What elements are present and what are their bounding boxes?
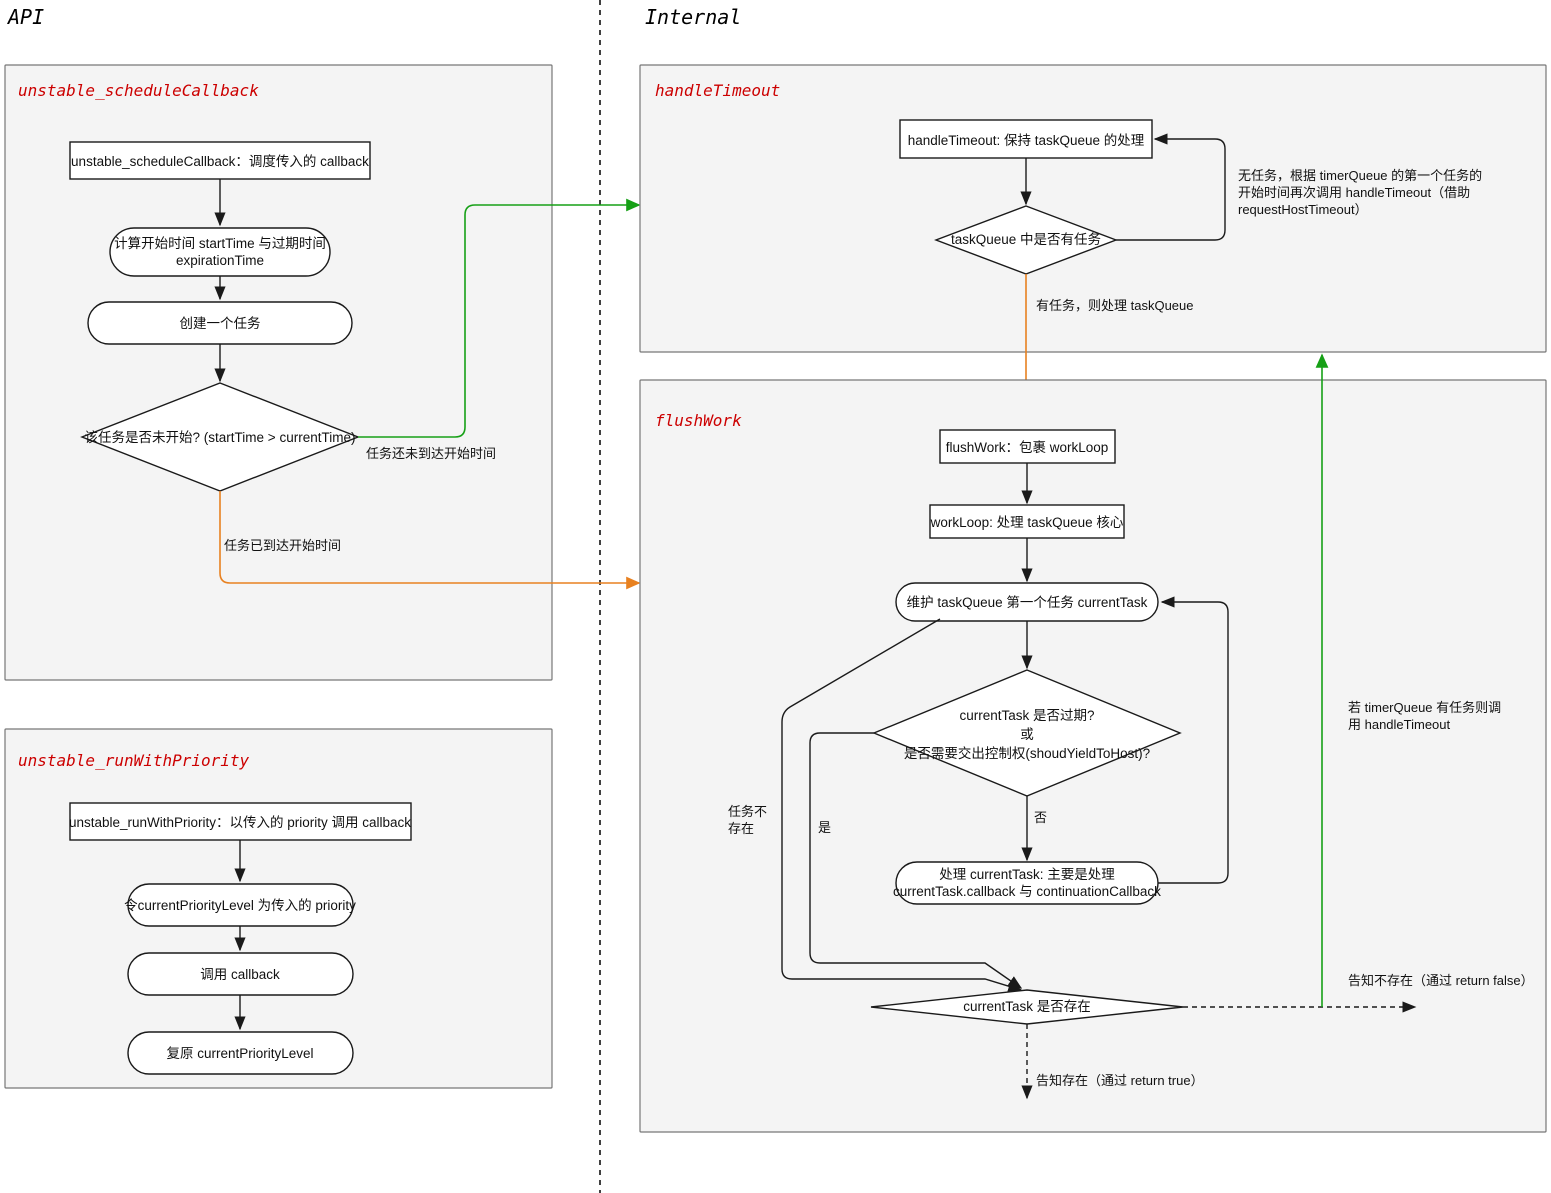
node-call-callback-label: 调用 callback — [200, 967, 280, 982]
lane-title-api: API — [6, 5, 44, 29]
edge-label-task-not-exist-line2: 存在 — [728, 821, 754, 836]
edge-label-timerqueue-call-line2: 用 handleTimeout — [1348, 717, 1451, 732]
node-taskqueue-has-task-decision-label: taskQueue 中是否有任务 — [951, 232, 1101, 247]
edge-label-no-task-line2: 开始时间再次调用 handleTimeout（借助 — [1238, 185, 1470, 200]
edge-label-task-not-exist-line1: 任务不 — [728, 804, 767, 819]
group-title-unstable-runwithpriority: unstable_runWithPriority — [18, 751, 250, 770]
node-compute-time-label-line2: expirationTime — [176, 253, 264, 268]
node-expired-decision-label-line2: 或 — [1020, 727, 1034, 742]
node-process-current-task-label-line1: 处理 currentTask: 主要是处理 — [939, 867, 1115, 882]
node-create-task-label: 创建一个任务 — [180, 316, 261, 331]
group-title-unstable-schedulecallback: unstable_scheduleCallback — [18, 81, 259, 100]
node-restore-priority-label: 复原 currentPriorityLevel — [166, 1045, 313, 1061]
node-handle-timeout-entry-label: handleTimeout: 保持 taskQueue 的处理 — [908, 133, 1145, 148]
lane-title-internal: Internal — [645, 5, 741, 29]
edge-label-no-task-line3: requestHostTimeout） — [1238, 202, 1368, 217]
node-schedule-entry-label: unstable_scheduleCallback：调度传入的 callback — [71, 154, 369, 169]
edge-label-yes: 是 — [818, 820, 831, 835]
edge-label-no: 否 — [1034, 810, 1047, 825]
edge-label-not-arrived: 任务还未到达开始时间 — [366, 446, 496, 461]
group-title-handletimeout: handleTimeout — [655, 81, 780, 100]
node-maintain-current-task-label: 维护 taskQueue 第一个任务 currentTask — [907, 594, 1148, 610]
edge-label-notify-absent: 告知不存在（通过 return false） — [1348, 973, 1534, 988]
edge-label-timerqueue-call-line1: 若 timerQueue 有任务则调 — [1348, 700, 1501, 715]
node-workloop-label: workLoop: 处理 taskQueue 核心 — [930, 515, 1124, 530]
edge-label-has-task: 有任务，则处理 taskQueue — [1036, 298, 1194, 313]
node-set-priority-label: 令currentPriorityLevel 为传入的 priority — [124, 898, 356, 913]
flowchart-canvas: API Internal unstable_scheduleCallback u… — [0, 0, 1551, 1193]
node-process-current-task-label-line2: currentTask.callback 与 continuationCallb… — [893, 884, 1161, 899]
edge-label-arrived: 任务已到达开始时间 — [224, 538, 341, 553]
node-current-task-exists-decision-label: currentTask 是否存在 — [963, 999, 1091, 1014]
node-expired-decision-label-line3: 是否需要交出控制权(shoudYieldToHost)? — [904, 745, 1150, 761]
node-compute-time-label-line1: 计算开始时间 startTime 与过期时间 — [114, 236, 326, 251]
group-title-flushwork: flushWork — [655, 411, 742, 430]
node-flushwork-entry-label: flushWork：包裹 workLoop — [946, 440, 1109, 455]
edge-label-notify-present: 告知存在（通过 return true） — [1036, 1073, 1204, 1088]
node-expired-decision-label-line1: currentTask 是否过期? — [959, 708, 1094, 723]
node-runwith-entry-label: unstable_runWithPriority：以传入的 priority 调… — [69, 815, 411, 830]
node-not-started-decision-label: 该任务是否未开始? (startTime > currentTime) — [85, 430, 356, 445]
edge-label-no-task-line1: 无任务，根据 timerQueue 的第一个任务的 — [1238, 168, 1482, 183]
